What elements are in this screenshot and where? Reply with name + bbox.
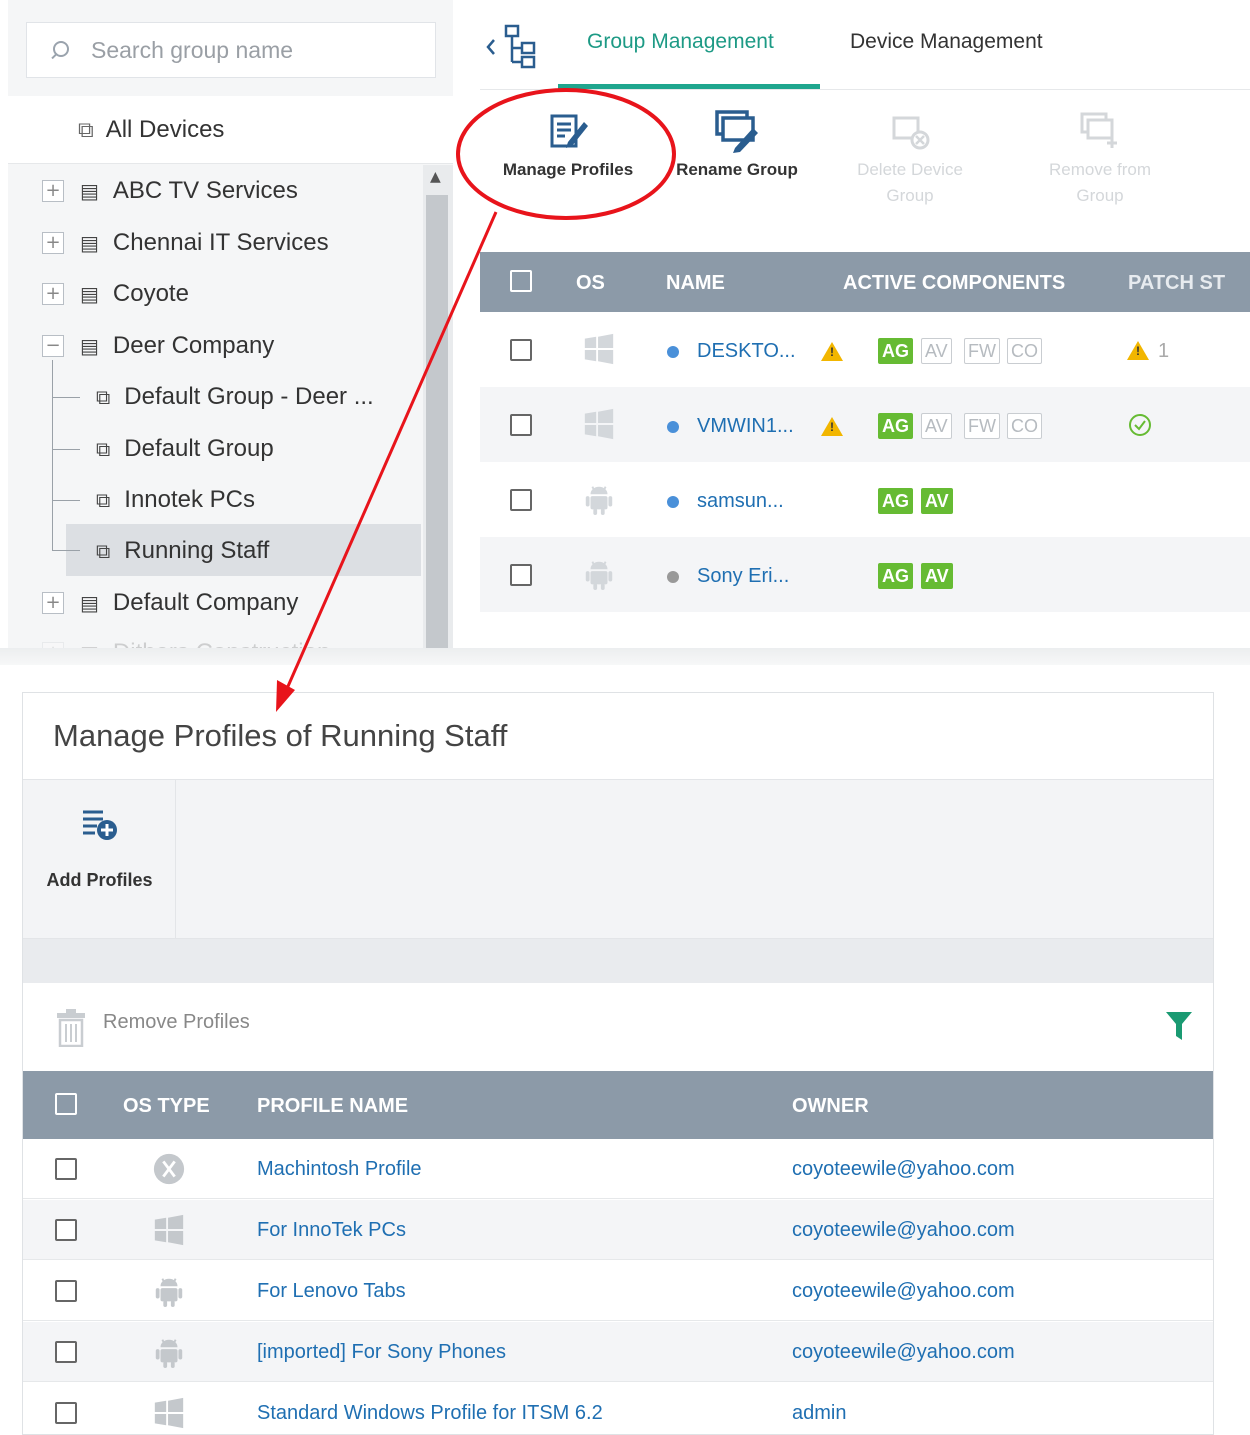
annotation-overlay [276,88,676,712]
highlight-circle [456,88,676,220]
annotation-arrow [280,211,498,701]
arrow-head-icon [276,680,295,712]
